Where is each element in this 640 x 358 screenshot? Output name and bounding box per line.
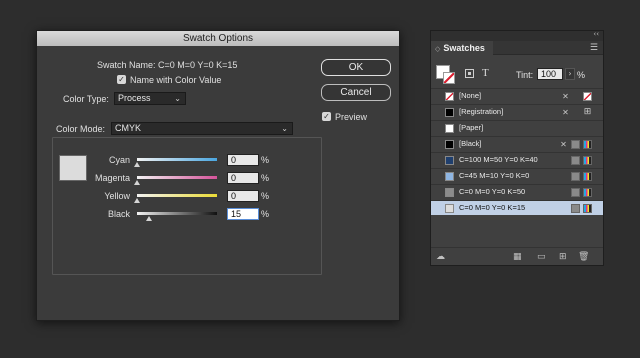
swatch-name: C=0 M=0 Y=0 K=15 <box>459 203 526 212</box>
slider-thumb-black[interactable] <box>146 216 152 221</box>
no-edit-icon: ✕ <box>562 92 569 101</box>
name-with-color-value-checkbox[interactable]: ✓ <box>117 75 126 84</box>
swatch-row[interactable]: [Black] ✕ <box>431 136 603 151</box>
swatch-color-chip <box>445 140 454 149</box>
swatch-name: C=100 M=50 Y=0 K=40 <box>459 155 538 164</box>
panel-tabbar: ◇ Swatches ☰ <box>431 41 603 55</box>
swatch-row[interactable]: C=100 M=50 Y=0 K=40 <box>431 152 603 167</box>
slider-unit: % <box>261 173 270 183</box>
tint-label: Tint: <box>516 70 534 80</box>
swatch-name-label: Swatch Name: <box>97 60 156 70</box>
swatch-name: [Black] <box>459 139 482 148</box>
new-swatch-icon[interactable]: ⊞ <box>559 252 567 262</box>
swatch-name: [None] <box>459 91 482 100</box>
swatch-color-chip <box>445 188 454 197</box>
registration-icon: ⊞ <box>583 107 592 117</box>
slider-track-magenta[interactable] <box>137 176 217 179</box>
tab-swatches-label: Swatches <box>443 43 485 53</box>
swatch-row[interactable]: C=0 M=0 Y=0 K=15 <box>431 200 603 215</box>
stroke-swatch-icon[interactable] <box>443 72 455 84</box>
slider-input-yellow[interactable]: 0 <box>227 190 259 202</box>
slider-thumb-yellow[interactable] <box>134 198 140 203</box>
color-mode-select[interactable]: CMYK ⌄ <box>111 122 293 135</box>
cmyk-mode-icon <box>583 188 592 197</box>
color-type-value: Process <box>118 93 151 103</box>
dialog-title: Swatch Options <box>37 31 399 46</box>
slider-unit: % <box>261 209 270 219</box>
swatch-name: C=0 M=0 Y=0 K=50 <box>459 187 526 196</box>
process-color-icon <box>571 156 580 165</box>
swatch-color-chip <box>445 156 454 165</box>
swatch-name: C=45 M=10 Y=0 K=0 <box>459 171 530 180</box>
swatch-color-chip <box>445 204 454 213</box>
swatch-row[interactable]: [Registration] ✕ ⊞ <box>431 104 603 119</box>
tint-input[interactable]: 100 <box>537 68 563 80</box>
slider-track-black[interactable] <box>137 212 217 215</box>
slider-label-yellow: Yellow <box>104 191 130 201</box>
hamburger-icon[interactable]: ☰ <box>590 43 598 53</box>
slider-input-magenta[interactable]: 0 <box>227 172 259 184</box>
no-edit-icon: ✕ <box>560 140 567 149</box>
chevron-down-icon: ⌄ <box>174 94 181 103</box>
process-color-icon <box>571 204 580 213</box>
slider-unit: % <box>261 191 270 201</box>
tint-arrow-icon[interactable]: › <box>565 68 575 80</box>
tab-swatches[interactable]: ◇ Swatches <box>431 41 493 55</box>
process-color-icon <box>571 188 580 197</box>
panel-topbar: ‹‹ <box>431 30 603 41</box>
none-swatch-icon <box>583 92 592 101</box>
slider-label-magenta: Magenta <box>94 173 130 183</box>
show-all-icon[interactable]: ▦ <box>513 252 522 262</box>
footer-divider <box>431 247 603 248</box>
preview-checkbox[interactable]: ✓ <box>322 112 331 121</box>
swatch-color-chip <box>445 172 454 181</box>
process-color-icon <box>571 172 580 181</box>
color-type-label: Color Type: <box>63 94 109 104</box>
cloud-icon[interactable]: ☁ <box>436 252 445 262</box>
process-color-icon <box>571 140 580 149</box>
slider-thumb-magenta[interactable] <box>134 180 140 185</box>
tab-grip-icon: ◇ <box>435 46 441 53</box>
cmyk-mode-icon <box>583 172 592 181</box>
swatch-color-chip <box>445 92 454 101</box>
ok-button[interactable]: OK <box>321 59 391 76</box>
new-group-icon[interactable]: ▭ <box>537 252 546 262</box>
slider-input-cyan[interactable]: 0 <box>227 154 259 166</box>
formatting-container-icon[interactable] <box>465 69 474 78</box>
cancel-button[interactable]: Cancel <box>321 84 391 101</box>
slider-label-black: Black <box>107 209 130 219</box>
delete-icon[interactable]: 🗑 <box>578 252 589 262</box>
formatting-text-icon[interactable]: T <box>482 67 489 79</box>
slider-track-yellow[interactable] <box>137 194 217 197</box>
swatch-row[interactable]: C=0 M=0 Y=0 K=50 <box>431 184 603 199</box>
tint-unit: % <box>577 70 586 80</box>
slider-track-cyan[interactable] <box>137 158 217 161</box>
cmyk-mode-icon <box>583 156 592 165</box>
no-edit-icon: ✕ <box>562 108 569 117</box>
swatch-row[interactable]: [Paper] <box>431 120 603 135</box>
name-with-color-value-label: Name with Color Value <box>130 75 222 85</box>
swatch-options-dialog: Swatch Options Swatch Name: C=0 M=0 Y=0 … <box>36 30 400 321</box>
swatches-panel: ‹‹ ◇ Swatches ☰ T Tint: 100 › % [None] ✕ [R… <box>430 30 604 266</box>
color-type-select[interactable]: Process ⌄ <box>114 92 186 105</box>
swatch-name-value[interactable]: C=0 M=0 Y=0 K=15 <box>158 60 237 70</box>
slider-input-black[interactable]: 15 <box>227 208 259 220</box>
swatch-row[interactable]: [None] ✕ <box>431 88 603 103</box>
swatch-color-chip <box>445 108 454 117</box>
slider-unit: % <box>261 155 270 165</box>
cmyk-mode-icon <box>583 140 592 149</box>
swatch-color-chip <box>445 124 454 133</box>
color-mode-label: Color Mode: <box>56 124 106 134</box>
swatch-name: [Registration] <box>459 107 504 116</box>
collapse-icon[interactable]: ‹‹ <box>593 30 599 38</box>
slider-thumb-cyan[interactable] <box>134 162 140 167</box>
swatch-row[interactable]: C=45 M=10 Y=0 K=0 <box>431 168 603 183</box>
slider-label-cyan: Cyan <box>108 155 130 165</box>
chevron-down-icon: ⌄ <box>281 124 288 133</box>
swatch-name: [Paper] <box>459 123 484 132</box>
color-mode-value: CMYK <box>115 123 142 133</box>
cmyk-mode-icon <box>583 204 592 213</box>
preview-label: Preview <box>335 112 368 122</box>
